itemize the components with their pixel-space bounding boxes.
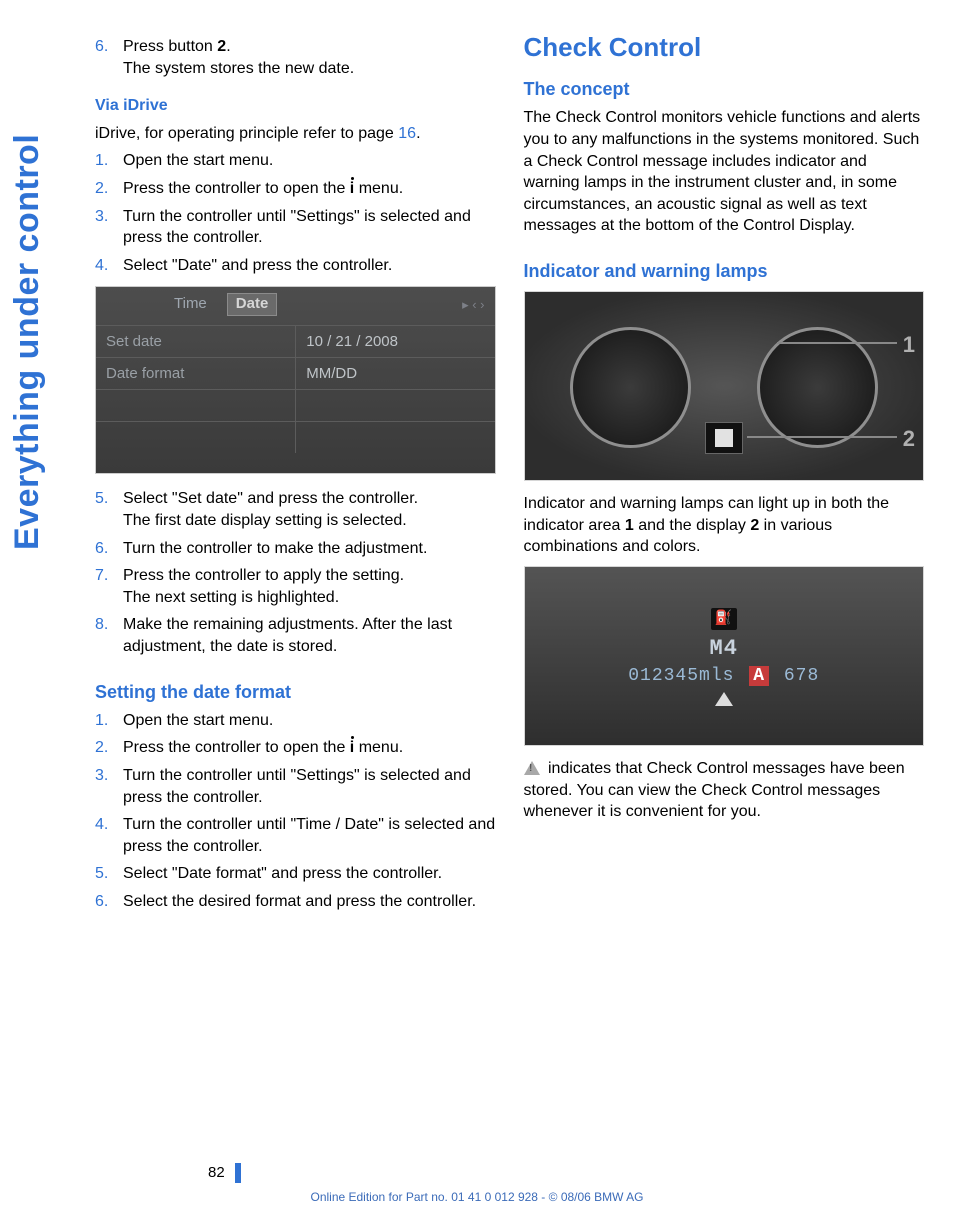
text: Open the start menu. <box>123 150 496 172</box>
row-empty <box>96 421 295 453</box>
row-value: 10 / 21 / 2008 <box>295 325 494 357</box>
row-label: Set date <box>96 325 295 357</box>
text: menu. <box>354 180 403 197</box>
text: Press the controller to apply the settin… <box>123 567 404 584</box>
page-number: 82 <box>208 1163 241 1183</box>
callout-number: 1 <box>903 330 915 360</box>
date-format-steps: Open the start menu. Press the controlle… <box>95 710 496 913</box>
warning-triangle-icon <box>524 761 540 775</box>
paragraph: iDrive, for operating principle refer to… <box>95 123 496 145</box>
heading-the-concept: The concept <box>524 77 925 101</box>
text: Make the remaining adjustments. After th… <box>123 614 496 657</box>
list-item: Open the start menu. <box>95 710 496 732</box>
bold-number: 1 <box>625 517 634 534</box>
i-menu-icon <box>350 178 354 200</box>
left-column: Press button 2. The system stores the ne… <box>95 30 496 1173</box>
list-item: Turn the controller to make the adjustme… <box>95 538 496 560</box>
tab-row: Time Date ▸ ‹ › <box>96 293 495 315</box>
tab-time: Time <box>174 294 207 314</box>
text: Select "Set date" and press the controll… <box>123 490 418 507</box>
text: menu. <box>354 739 403 756</box>
text: Turn the controller until "Settings" is … <box>123 206 496 249</box>
text: iDrive, for operating principle refer to… <box>95 125 398 142</box>
leader-line <box>747 436 897 438</box>
text: Turn the controller until "Time / Date" … <box>123 814 496 857</box>
text: Select the desired format and press the … <box>123 891 496 913</box>
idrive-steps-1to4: Open the start menu. Press the controlle… <box>95 150 496 276</box>
odometer-value: 012345mls <box>628 666 746 686</box>
list-item: Press the controller to open the menu. <box>95 178 496 200</box>
idrive-steps-5to8: Select "Set date" and press the controll… <box>95 488 496 657</box>
paragraph: Indicator and warning lamps can light up… <box>524 493 925 558</box>
row-label: Date format <box>96 357 295 389</box>
page-link[interactable]: 16 <box>398 125 416 142</box>
list-item: Make the remaining adjustments. After th… <box>95 614 496 657</box>
fuel-gauge-icon: ⛽ <box>711 608 737 630</box>
odometer-readout: ⛽ M4 012345mls A 678 <box>628 606 819 706</box>
right-column: Check Control The concept The Check Cont… <box>524 30 925 1173</box>
warning-person-icon <box>715 429 733 447</box>
list-item: Turn the controller until "Settings" is … <box>95 206 496 249</box>
stored-message-badge: A <box>749 666 769 686</box>
heading-check-control: Check Control <box>524 30 925 65</box>
heading-date-format: Setting the date format <box>95 680 496 704</box>
bold-number: 2 <box>750 517 759 534</box>
text: . <box>416 125 420 142</box>
heading-indicator-lamps: Indicator and warning lamps <box>524 259 925 283</box>
text: Open the start menu. <box>123 710 496 732</box>
text: Press the controller to open the <box>123 739 350 756</box>
list-item: Turn the controller until "Time / Date" … <box>95 814 496 857</box>
tab-date: Date <box>227 293 278 315</box>
leader-line <box>777 342 897 344</box>
text: Select "Date" and press the controller. <box>123 255 496 277</box>
text: Turn the controller until "Settings" is … <box>123 765 496 808</box>
up-arrow-icon <box>715 692 733 706</box>
text: The system stores the new date. <box>123 60 354 77</box>
list-item: Select the desired format and press the … <box>95 891 496 913</box>
instrument-cluster-image: 1 2 <box>524 291 925 481</box>
list-item: Select "Date" and press the controller. <box>95 255 496 277</box>
gauge-icon <box>757 327 878 448</box>
list-item: Press the controller to apply the settin… <box>95 565 496 608</box>
text: The first date display setting is select… <box>123 512 407 529</box>
text: Press the controller to open the <box>123 180 350 197</box>
settings-grid: Set date 10 / 21 / 2008 Date format MM/D… <box>96 325 495 473</box>
gear-indicator: M4 <box>710 636 738 661</box>
page-content: Press button 2. The system stores the ne… <box>95 30 924 1173</box>
display-box <box>705 422 743 454</box>
paragraph: The Check Control monitors vehicle funct… <box>524 107 925 237</box>
gauge-icon <box>570 327 691 448</box>
list-item: Press the controller to open the menu. <box>95 737 496 759</box>
nav-arrows-icon: ▸ ‹ › <box>462 296 484 314</box>
list-item: Open the start menu. <box>95 150 496 172</box>
text: indicates that Check Control messages ha… <box>524 760 905 820</box>
bold-number: 2 <box>217 38 226 55</box>
row-value: MM/DD <box>295 357 494 389</box>
text: Select "Date format" and press the contr… <box>123 863 496 885</box>
list-item: Turn the controller until "Settings" is … <box>95 765 496 808</box>
list-item: Press button 2. The system stores the ne… <box>95 36 496 79</box>
heading-via-idrive: Via iDrive <box>95 95 496 117</box>
text: The next setting is highlighted. <box>123 589 339 606</box>
idrive-screenshot: Time Date ▸ ‹ › Set date 10 / 21 / 2008 … <box>95 286 496 474</box>
i-menu-icon <box>350 737 354 759</box>
odometer-value: 678 <box>772 666 819 686</box>
text: Press button <box>123 38 217 55</box>
row-empty <box>295 421 494 453</box>
continuing-list-step6: Press button 2. The system stores the ne… <box>95 36 496 79</box>
footer-text: Online Edition for Part no. 01 41 0 012 … <box>0 1189 954 1205</box>
text: Turn the controller to make the adjustme… <box>123 538 496 560</box>
dashboard-display-image: ⛽ M4 012345mls A 678 <box>524 566 925 746</box>
row-empty <box>96 389 295 421</box>
text: . <box>226 38 230 55</box>
list-item: Select "Set date" and press the controll… <box>95 488 496 531</box>
list-item: Select "Date format" and press the contr… <box>95 863 496 885</box>
row-empty <box>295 389 494 421</box>
paragraph: indicates that Check Control messages ha… <box>524 758 925 823</box>
callout-number: 2 <box>903 424 915 454</box>
side-tab-title: Everything under control <box>8 30 48 550</box>
text: and the display <box>634 517 751 534</box>
